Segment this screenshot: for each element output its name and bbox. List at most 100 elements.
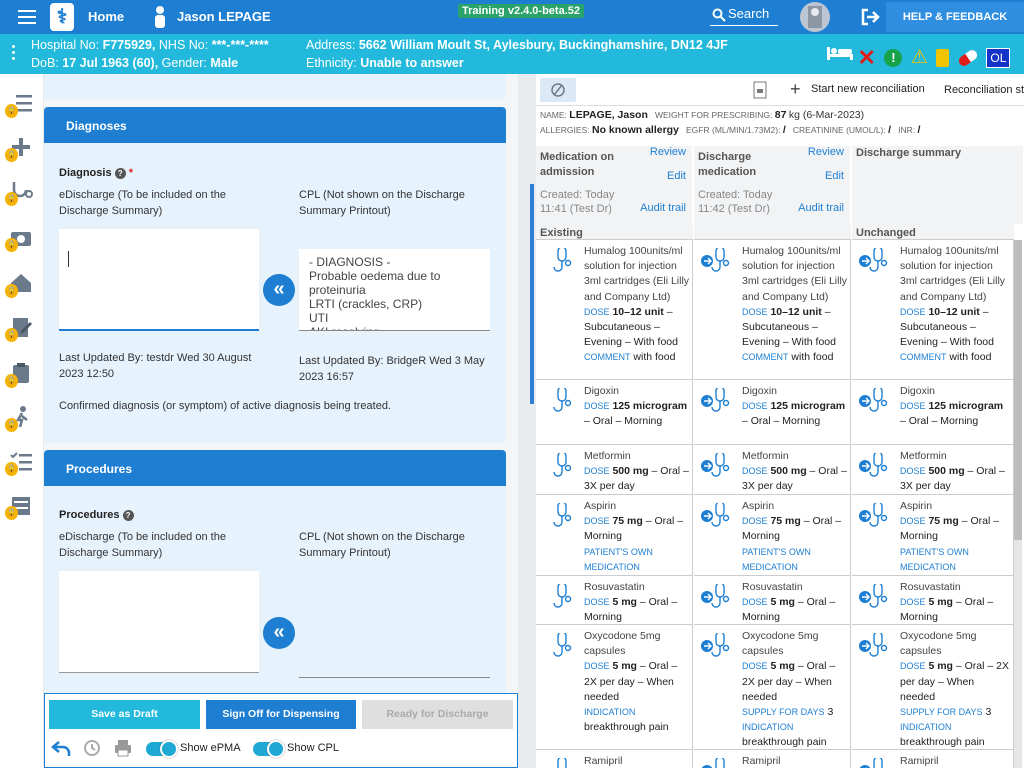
medication-row[interactable]: Aspirin DOSE 75 mg – Oral – Morning PATIEN… (536, 495, 693, 576)
save-draft-button[interactable]: Save as Draft (49, 700, 200, 729)
medication-row[interactable]: Rosuvastatin DOSE 5 mg – Oral – Morning (694, 576, 851, 625)
edit-link[interactable]: Edit (667, 170, 686, 182)
diagnosis-updated-left: Last Updated By: testdr Wed 30 August 20… (59, 352, 252, 380)
hide-toggle-button[interactable] (540, 78, 576, 102)
medication-row[interactable]: Ramipril (694, 750, 851, 768)
sidebar-item-discharge[interactable]: 🔒 (5, 404, 36, 432)
review-link[interactable]: Review (808, 146, 844, 158)
medication-icon (557, 758, 567, 768)
medication-row[interactable]: Digoxin DOSE 125 microgram – Oral – Morni… (852, 380, 1014, 445)
home-link[interactable]: Home (88, 9, 124, 24)
sidebar-item-checklist[interactable]: 🔒 (5, 448, 36, 476)
medication-row[interactable]: Digoxin DOSE 125 microgram – Oral – Morni… (694, 380, 851, 445)
medication-dose: DOSE 125 microgram – Oral – Morning (742, 400, 846, 428)
avatar[interactable] (800, 2, 830, 32)
version-badge: Training v2.4.0-beta.52 (458, 4, 584, 18)
medication-text: Humalog 100units/ml solution for injecti… (742, 244, 848, 366)
printer-icon[interactable] (113, 738, 133, 758)
plus-icon[interactable]: + (790, 79, 801, 100)
medication-extra: COMMENT with food (742, 351, 834, 364)
medication-icon (701, 758, 725, 768)
user-initials-badge[interactable]: OL (986, 47, 1011, 68)
medication-icon (701, 388, 730, 412)
start-reconciliation-button[interactable]: Start new reconciliation (811, 83, 925, 95)
audit-trail-link[interactable]: Audit trail (798, 202, 844, 214)
medication-row[interactable]: Aspirin DOSE 75 mg – Oral – Morning PATIEN… (852, 495, 1014, 576)
patient-name[interactable]: Jason LEPAGE (177, 9, 271, 24)
diagnosis-cpl-textarea[interactable]: - DIAGNOSIS - Probable oedema due to pro… (299, 249, 490, 331)
hospital-number: Hospital No: F775929, NHS No: ***-***-**… (31, 38, 269, 52)
medication-row[interactable]: Oxycodone 5mg capsules DOSE 5 mg – Oral –… (852, 625, 1014, 750)
history-icon[interactable] (81, 738, 101, 758)
sidebar-item-edit[interactable]: 🔒 (5, 314, 36, 342)
sidebar-item-cabinet[interactable]: 🔒 (5, 492, 36, 520)
print-document-icon[interactable] (752, 80, 768, 100)
medication-name: Oxycodone 5mg capsules (900, 630, 977, 658)
medication-row[interactable]: Ramipril (536, 750, 693, 768)
copy-left-button[interactable]: « (263, 617, 295, 649)
medication-row[interactable]: Ramipril (852, 750, 1014, 768)
sidebar-item-add[interactable]: 🔒 (5, 134, 36, 162)
red-cross-icon[interactable]: ✕ (857, 46, 875, 68)
procedures-edischarge-textarea[interactable] (59, 571, 259, 673)
sign-off-button[interactable]: Sign Off for Dispensing (206, 700, 356, 729)
medication-row[interactable]: Oxycodone 5mg capsules DOSE 5 mg – Oral –… (694, 625, 851, 750)
warning-icon[interactable]: ⚠ (911, 48, 928, 67)
review-link[interactable]: Review (650, 146, 686, 158)
medication-text: Digoxin DOSE 125 microgram – Oral – Morni… (742, 384, 848, 430)
show-cpl-toggle[interactable] (253, 740, 285, 758)
medication-dose: DOSE 10–12 unit – Subcutaneous – Evening… (900, 305, 994, 349)
vertical-scrollbar[interactable] (1014, 240, 1022, 768)
pill-icon[interactable] (956, 47, 979, 68)
top-nav-bar: ⚕ Home Jason LEPAGE Training v2.4.0-beta… (0, 0, 1024, 34)
action-bar: Save as Draft Sign Off for Dispensing Re… (44, 693, 518, 768)
medication-row[interactable]: Humalog 100units/ml solution for injecti… (694, 240, 851, 380)
medication-extra: INDICATION breakthrough pain (584, 707, 669, 734)
medication-row[interactable]: Metformin DOSE 500 mg – Oral – 3X per day (852, 445, 1014, 495)
medication-icon (859, 248, 888, 272)
diagnosis-edischarge-textarea[interactable] (59, 229, 259, 331)
medication-text: Digoxin DOSE 125 microgram – Oral – Morni… (900, 384, 1011, 430)
medication-row[interactable]: Aspirin DOSE 75 mg – Oral – Morning PATIEN… (694, 495, 851, 576)
medication-text: Metformin DOSE 500 mg – Oral – 3X per day (900, 449, 1011, 494)
audit-trail-link[interactable]: Audit trail (640, 202, 686, 214)
help-icon[interactable]: ? (122, 510, 134, 521)
help-feedback-button[interactable]: HELP & FEEDBACK (886, 2, 1024, 32)
sidebar-item-camera[interactable]: 🔒 (5, 224, 36, 252)
procedures-cpl-textarea[interactable] (299, 638, 490, 678)
sidebar-item-home[interactable]: 🔒 (5, 270, 36, 298)
search-button[interactable]: Search (710, 6, 778, 26)
sidebar-item-clipboard[interactable]: 🔒 (5, 360, 36, 388)
medication-row[interactable]: Rosuvastatin DOSE 5 mg – Oral – Morning (536, 576, 693, 625)
medication-row[interactable]: Oxycodone 5mg capsules DOSE 5 mg – Oral –… (536, 625, 693, 750)
edit-link[interactable]: Edit (825, 170, 844, 182)
sidebar-item-stethoscope[interactable]: 🔒 (5, 178, 36, 206)
sidebar-item-list[interactable]: 🔒 (5, 90, 36, 118)
medication-name: Digoxin (584, 385, 620, 397)
medication-bottle-icon[interactable] (936, 48, 950, 67)
copy-left-button[interactable]: « (263, 274, 295, 306)
bed-icon[interactable] (826, 43, 854, 61)
medication-row[interactable]: Digoxin DOSE 125 microgram – Oral – Morni… (536, 380, 693, 445)
medication-dose: DOSE 75 mg – Oral – Morning (584, 515, 684, 543)
medication-row[interactable]: Metformin DOSE 500 mg – Oral – 3X per day (536, 445, 693, 495)
help-icon[interactable]: ? (114, 168, 126, 179)
exclamation-icon[interactable]: ! (884, 48, 903, 67)
medication-row[interactable]: Rosuvastatin DOSE 5 mg – Oral – Morning (852, 576, 1014, 625)
discharge-form-pane: Diagnoses Diagnosis ? * eDischarge (To b… (44, 74, 518, 768)
hamburger-menu-icon[interactable] (18, 10, 36, 24)
medication-dose: DOSE 75 mg – Oral – Morning (900, 515, 1000, 543)
column-title: Medication on admission (540, 151, 614, 178)
undo-icon[interactable] (51, 739, 71, 757)
medication-name: Humalog 100units/ml solution for injecti… (742, 245, 848, 303)
show-epma-toggle[interactable] (146, 740, 178, 758)
logout-icon[interactable] (860, 7, 880, 27)
more-vertical-icon[interactable] (12, 45, 16, 63)
medication-row[interactable]: Humalog 100units/ml solution for injecti… (852, 240, 1014, 380)
diagnosis-updated-right: Last Updated By: BridgeR Wed 3 May 2023 … (299, 355, 485, 383)
medication-row[interactable]: Metformin DOSE 500 mg – Oral – 3X per day (694, 445, 851, 495)
medication-row[interactable]: Humalog 100units/ml solution for injecti… (536, 240, 693, 380)
pane-splitter[interactable] (518, 74, 536, 768)
ready-discharge-button[interactable]: Ready for Discharge (362, 700, 513, 729)
medication-icon (701, 633, 730, 657)
